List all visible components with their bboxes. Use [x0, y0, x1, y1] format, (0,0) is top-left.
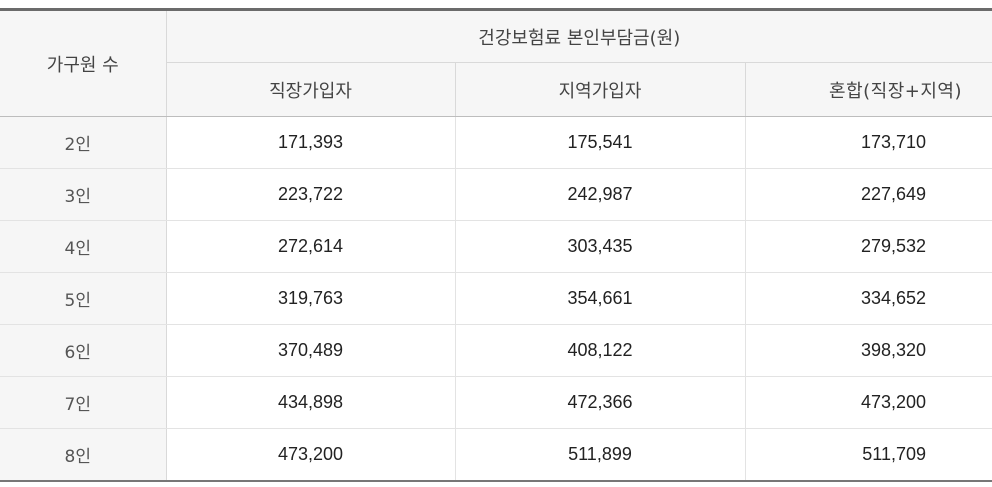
- employee-premium-cell: 370,489: [166, 324, 456, 377]
- household-size-cell: 5인: [0, 272, 167, 325]
- household-size-cell: 3인: [0, 168, 167, 221]
- mixed-premium-cell: 279,532: [745, 220, 992, 273]
- employee-subscriber-header: 직장가입자: [166, 62, 456, 117]
- mixed-premium-cell: 473,200: [745, 376, 992, 429]
- employee-premium-cell: 171,393: [166, 116, 456, 169]
- premium-group-header: 건강보험료 본인부담금(원): [166, 9, 992, 63]
- regional-premium-cell: 175,541: [455, 116, 746, 169]
- insurance-premium-table: 가구원 수 건강보험료 본인부담금(원) 직장가입자 지역가입자 혼합(직장+지…: [0, 8, 992, 482]
- employee-premium-cell: 434,898: [166, 376, 456, 429]
- table-body: 2인 171,393 175,541 173,710 3인 223,722 24…: [0, 116, 992, 482]
- table-row: 6인 370,489 408,122 398,320: [0, 324, 992, 377]
- regional-premium-cell: 303,435: [455, 220, 746, 273]
- employee-premium-cell: 473,200: [166, 428, 456, 482]
- table-header: 가구원 수 건강보험료 본인부담금(원) 직장가입자 지역가입자 혼합(직장+지…: [0, 9, 992, 117]
- table-row: 5인 319,763 354,661 334,652: [0, 272, 992, 325]
- regional-premium-cell: 472,366: [455, 376, 746, 429]
- mixed-premium-cell: 227,649: [745, 168, 992, 221]
- employee-premium-cell: 319,763: [166, 272, 456, 325]
- regional-subscriber-header: 지역가입자: [455, 62, 746, 117]
- employee-premium-cell: 223,722: [166, 168, 456, 221]
- table-row: 8인 473,200 511,899 511,709: [0, 428, 992, 482]
- household-size-cell: 6인: [0, 324, 167, 377]
- mixed-premium-cell: 334,652: [745, 272, 992, 325]
- mixed-premium-cell: 511,709: [745, 428, 992, 482]
- regional-premium-cell: 408,122: [455, 324, 746, 377]
- household-size-cell: 8인: [0, 428, 167, 482]
- household-size-cell: 7인: [0, 376, 167, 429]
- table-row: 3인 223,722 242,987 227,649: [0, 168, 992, 221]
- mixed-premium-cell: 398,320: [745, 324, 992, 377]
- household-size-cell: 2인: [0, 116, 167, 169]
- insurance-premium-table-container: 가구원 수 건강보험료 본인부담금(원) 직장가입자 지역가입자 혼합(직장+지…: [0, 8, 992, 482]
- regional-premium-cell: 242,987: [455, 168, 746, 221]
- table-row: 7인 434,898 472,366 473,200: [0, 376, 992, 429]
- regional-premium-cell: 511,899: [455, 428, 746, 482]
- table-row: 4인 272,614 303,435 279,532: [0, 220, 992, 273]
- mixed-premium-cell: 173,710: [745, 116, 992, 169]
- regional-premium-cell: 354,661: [455, 272, 746, 325]
- household-size-cell: 4인: [0, 220, 167, 273]
- mixed-subscriber-header: 혼합(직장+지역): [745, 62, 992, 117]
- employee-premium-cell: 272,614: [166, 220, 456, 273]
- table-row: 2인 171,393 175,541 173,710: [0, 116, 992, 169]
- header-row-top: 가구원 수 건강보험료 본인부담금(원): [0, 9, 992, 117]
- household-size-header: 가구원 수: [0, 9, 167, 117]
